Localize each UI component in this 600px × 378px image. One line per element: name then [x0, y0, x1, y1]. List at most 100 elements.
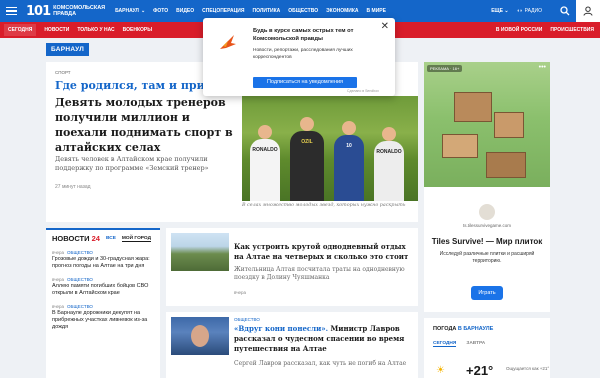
news-text[interactable]: Аллею памяти погибших бойцов СВО открыли…	[52, 283, 154, 297]
sun-icon: ☀	[436, 365, 445, 376]
story-card[interactable]: Как устроить крутой однодневный отдых на…	[166, 228, 418, 306]
news-tab-my-city[interactable]: МОЙ ГОРОД	[121, 236, 152, 242]
news-meta: вчера ОБЩЕСТВО	[52, 304, 154, 309]
ad-logo	[479, 204, 495, 220]
jersey-label: RONALDO	[376, 149, 402, 155]
ad-label: РЕКЛАМА · 16+	[427, 65, 463, 72]
subscribe-button[interactable]: Подписаться на уведомления	[253, 77, 357, 88]
section-badge[interactable]: БАРНАУЛ	[46, 43, 90, 56]
subnav-new-russia[interactable]: В ИОВОЙ РОССИИ	[496, 27, 542, 33]
story-card-lead: Жительница Алтая посчитала траты на одно…	[234, 266, 405, 281]
nav-specop[interactable]: СПЕЦОПЕРАЦИЯ	[202, 8, 244, 14]
nav-economy[interactable]: ЭКОНОМИКА	[326, 8, 358, 14]
more-menu[interactable]: ЕЩЕ ⌄	[491, 8, 508, 14]
list-item[interactable]: вчера ОБЩЕСТВО В Барнауле дорожники декуп…	[46, 301, 160, 335]
news-tag[interactable]: ОБЩЕСТВО	[67, 277, 93, 282]
jersey-label: 10	[346, 143, 352, 149]
more-options-icon[interactable]: •••	[539, 64, 546, 71]
radio-label: РАДИО	[524, 8, 542, 14]
subnav-news[interactable]: НОВОСТИ	[44, 27, 69, 33]
main-nav: ФОТО ВИДЕО СПЕЦОПЕРАЦИЯ ПОЛИТИКА ОБЩЕСТВ…	[153, 8, 394, 14]
logo-number: 101	[26, 3, 51, 19]
subnav-right: В ИОВОЙ РОССИИ ПРОИСШЕСТВИЯ	[488, 22, 594, 38]
news-tab-all[interactable]: ВСЕ	[106, 236, 116, 241]
logo-line2: правда	[53, 11, 77, 17]
story-card-lead: Сергей Лавров рассказал, как чуть не пог…	[234, 360, 407, 367]
news-tag[interactable]: ОБЩЕСТВО	[67, 304, 93, 309]
region-label: БАРНАУЛ	[115, 8, 139, 14]
logo-text: Комсомольская правда	[53, 5, 105, 17]
site-logo[interactable]: 101 Комсомольская правда	[26, 0, 105, 22]
radio-button[interactable]: ◖◗ РАДИО	[517, 8, 542, 14]
news-time: вчера	[52, 277, 65, 282]
subnav-exclusive[interactable]: ТОЛЬКО У НАС	[77, 27, 114, 33]
subnav-war-correspondents[interactable]: ВОЕНКОРЫ	[123, 27, 153, 33]
list-item[interactable]: вчера ОБЩЕСТВО Аллею памяти погибших бойц…	[46, 274, 160, 301]
weather-title-text: ПОГОДА	[433, 326, 457, 332]
kid-figure: RONALDO	[374, 127, 404, 201]
news-tag[interactable]: ОБЩЕСТВО	[67, 250, 93, 255]
popup-title: Будь в курсе самых острых тем от Комсомо…	[253, 28, 354, 42]
radio-icon: ◖◗	[516, 8, 523, 14]
weather-temp: +21°	[466, 363, 494, 378]
ad-image[interactable]: РЕКЛАМА · 16+ •••	[424, 62, 550, 187]
kid-figure: 10	[334, 121, 364, 201]
story-card-title-highlight[interactable]: «Вдруг кони понесли».	[234, 324, 328, 333]
news-time: вчера	[52, 304, 65, 309]
more-label: ЕЩЕ	[491, 8, 503, 14]
user-icon[interactable]	[576, 0, 600, 22]
story-title[interactable]: Девять молодых тренеров получили миллион…	[55, 95, 243, 155]
weather-tab-today[interactable]: СЕГОДНЯ	[433, 341, 457, 347]
ad-domain[interactable]: ts.tilessurvivegame.com	[424, 223, 550, 228]
story-card[interactable]: ОБЩЕСТВО «Вдруг кони понесли». Министр Л…	[166, 312, 418, 378]
nav-world[interactable]: В МИРЕ	[367, 8, 386, 14]
popup-footer[interactable]: Сделано в Sendbox	[347, 89, 379, 93]
story-card-tag[interactable]: ОБЩЕСТВО	[234, 317, 260, 322]
weather-city[interactable]: В БАРНАУЛЕ	[458, 326, 493, 332]
jersey-label: RONALDO	[252, 147, 278, 153]
story-photo[interactable]: RONALDO OZIL 10 RONALDO	[242, 96, 418, 201]
nav-photo[interactable]: ФОТО	[153, 8, 168, 14]
ad-building	[486, 152, 526, 178]
photo-caption: В селах множество молодых звезд, которых…	[242, 203, 406, 208]
story-thumbnail[interactable]	[171, 317, 229, 355]
close-icon[interactable]: ✕	[381, 21, 389, 32]
news-text[interactable]: Грозовые дожди и 30-градусная жара: прог…	[52, 256, 154, 270]
secondary-stories: Как устроить крутой однодневный отдых на…	[166, 228, 418, 378]
weather-feels-like: Ощущается как +21°	[506, 366, 550, 371]
subnav-today[interactable]: СЕГОДНЯ	[4, 24, 37, 36]
ad-title[interactable]: Tiles Survive! — Мир плиток	[424, 237, 550, 246]
story-card-time: вчера	[234, 290, 247, 295]
story-card-title[interactable]: «Вдруг кони понесли». Министр Лавров рас…	[234, 324, 410, 354]
ad-building	[454, 92, 492, 122]
news-feed: НОВОСТИ 24 ВСЕ МОЙ ГОРОД вчера ОБЩЕСТВО Г…	[46, 228, 160, 378]
nav-video[interactable]: ВИДЕО	[176, 8, 194, 14]
ad-block[interactable]: РЕКЛАМА · 16+ ••• ts.tilessurvivegame.co…	[424, 62, 550, 312]
menu-icon[interactable]	[0, 0, 22, 22]
news-text[interactable]: В Барнауле дорожники декупят на прибрежн…	[52, 310, 154, 331]
story-card-title[interactable]: Как устроить крутой однодневный отдых на…	[234, 242, 410, 262]
story-time: 27 минут назад	[55, 184, 91, 190]
ad-play-button[interactable]: Играть	[471, 286, 503, 300]
weather-title: ПОГОДА В БАРНАУЛЕ	[433, 326, 493, 332]
weather-tab-tomorrow[interactable]: ЗАВТРА	[466, 341, 485, 347]
ad-building	[494, 112, 524, 138]
subnav-incidents[interactable]: ПРОИСШЕСТВИЯ	[550, 27, 594, 33]
ad-building	[442, 134, 478, 158]
search-icon[interactable]	[554, 0, 576, 22]
news-count: 24	[91, 234, 100, 243]
region-selector[interactable]: БАРНАУЛ ⌄	[115, 8, 145, 14]
news-title-text: НОВОСТИ	[52, 234, 90, 243]
nav-society[interactable]: ОБЩЕСТВО	[288, 8, 318, 14]
popup-description: Новости, репортажи, расследования лучших…	[253, 48, 353, 60]
news-header: НОВОСТИ 24 ВСЕ МОЙ ГОРОД	[46, 230, 160, 247]
jersey-label: OZIL	[301, 139, 313, 145]
kid-figure: RONALDO	[250, 125, 280, 201]
list-item[interactable]: вчера ОБЩЕСТВО Грозовые дожди и 30-градус…	[46, 247, 160, 274]
nav-politics[interactable]: ПОЛИТИКА	[252, 8, 280, 14]
story-lead: Девять человек в Алтайском крае получили…	[55, 155, 209, 172]
kid-figure: OZIL	[290, 117, 324, 201]
story-tag[interactable]: СПОРТ	[55, 70, 71, 75]
weather-widget: ПОГОДА В БАРНАУЛЕ СЕГОДНЯ ЗАВТРА ☀ +21° …	[424, 318, 550, 378]
story-thumbnail[interactable]	[171, 233, 229, 271]
